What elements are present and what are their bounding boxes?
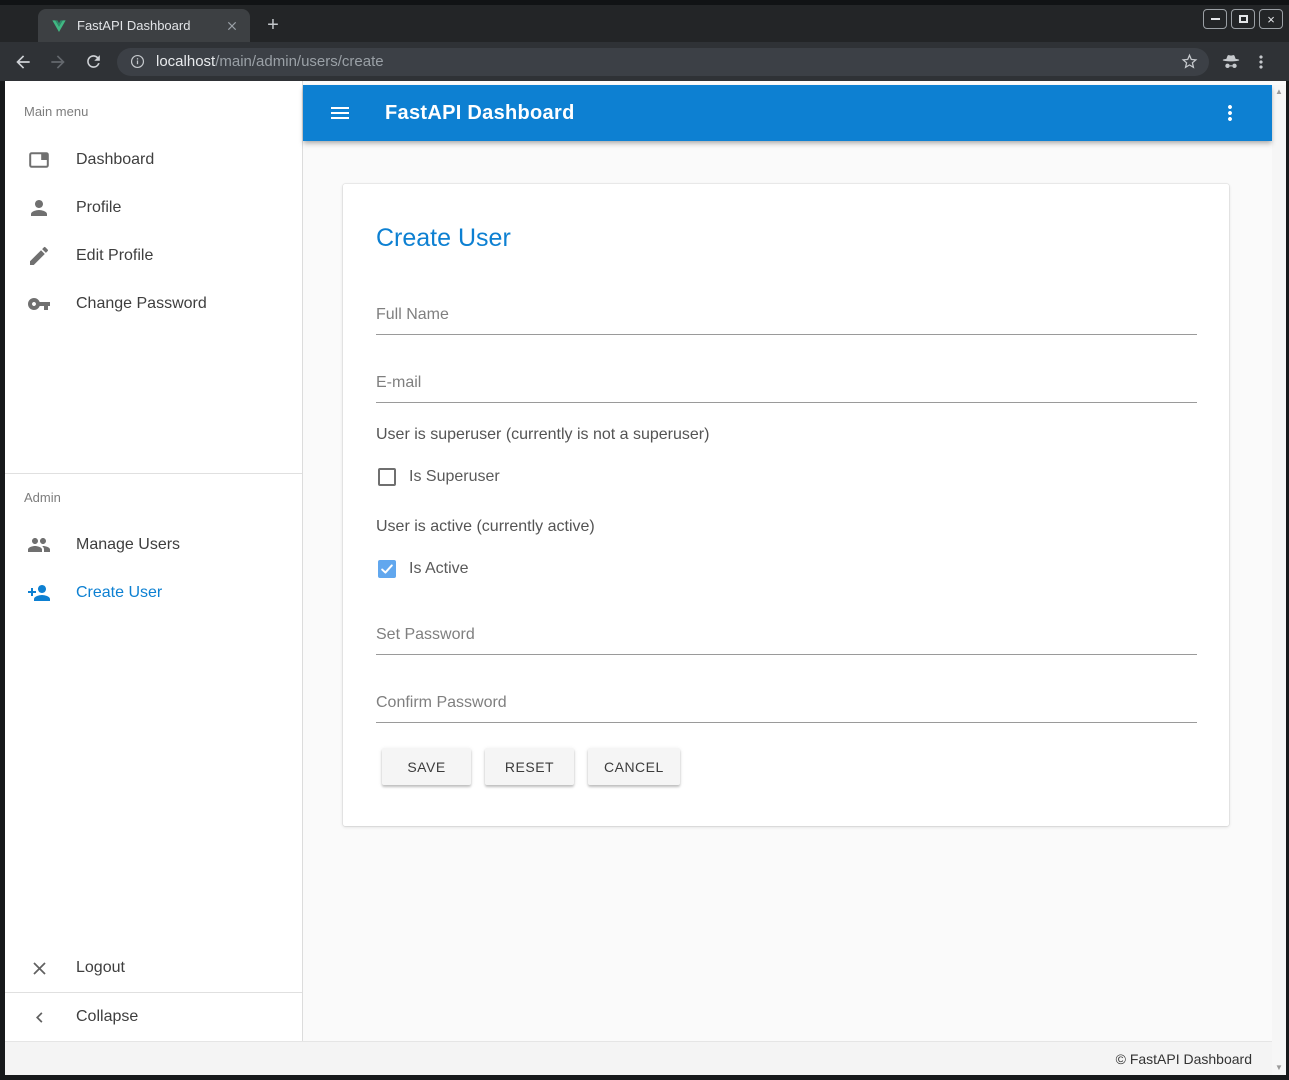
checkbox-checked-icon	[378, 560, 396, 578]
page: Main menu Dashboard Profile	[5, 81, 1286, 1075]
key-icon	[27, 292, 51, 316]
sidebar-section-main-menu: Main menu	[5, 104, 302, 120]
maximize-button[interactable]	[1231, 9, 1255, 29]
page-info-icon[interactable]	[129, 53, 146, 70]
checkbox-unchecked-icon	[378, 468, 396, 486]
sidebar-item-label: Profile	[76, 199, 121, 217]
maximize-icon	[1239, 15, 1248, 23]
minimize-icon	[1211, 18, 1220, 20]
browser-window: FastAPI Dashboard + × localhost/main/adm…	[0, 0, 1289, 1080]
sidebar-item-change-password[interactable]: Change Password	[5, 280, 302, 328]
set-password-input[interactable]	[376, 622, 1197, 655]
sidebar-item-label: Collapse	[76, 1008, 138, 1026]
app-title: FastAPI Dashboard	[385, 102, 575, 125]
checkbox-label: Is Superuser	[409, 468, 500, 486]
sidebar-item-dashboard[interactable]: Dashboard	[5, 136, 302, 184]
sidebar-item-label: Dashboard	[76, 151, 154, 169]
sidebar-admin-nav: Manage Users Create User	[5, 521, 302, 617]
sidebar-item-label: Create User	[76, 584, 162, 602]
page-footer: © FastAPI Dashboard	[5, 1041, 1286, 1075]
app-bar: FastAPI Dashboard	[303, 85, 1272, 141]
reset-button[interactable]: RESET	[485, 748, 574, 785]
sidebar-item-label: Manage Users	[76, 536, 180, 554]
browser-toolbar: localhost/main/admin/users/create	[0, 42, 1289, 81]
new-tab-button[interactable]: +	[261, 14, 285, 38]
people-icon	[27, 533, 51, 557]
hamburger-menu-icon[interactable]	[328, 101, 352, 125]
checkbox-label: Is Active	[409, 560, 469, 578]
url-text: localhost/main/admin/users/create	[156, 53, 1180, 70]
scroll-down-icon[interactable]: ▼	[1275, 1061, 1283, 1075]
main-area: FastAPI Dashboard Create User User is su…	[303, 81, 1272, 1041]
sidebar-item-manage-users[interactable]: Manage Users	[5, 521, 302, 569]
window-controls: ×	[1203, 9, 1283, 29]
sidebar-divider	[5, 473, 302, 474]
active-hint: User is active (currently active)	[376, 518, 595, 536]
is-superuser-checkbox[interactable]: Is Superuser	[378, 468, 500, 486]
person-add-icon	[27, 581, 51, 605]
superuser-hint: User is superuser (currently is not a su…	[376, 426, 709, 444]
form-buttons: SAVE RESET CANCEL	[382, 748, 680, 785]
browser-titlebar: FastAPI Dashboard + ×	[0, 0, 1289, 42]
browser-menu-kebab-icon[interactable]	[1249, 50, 1273, 74]
form-title: Create User	[376, 224, 511, 252]
tab-title: FastAPI Dashboard	[77, 18, 224, 33]
minimize-button[interactable]	[1203, 9, 1227, 29]
sidebar-item-collapse[interactable]: Collapse	[5, 993, 302, 1041]
forward-button[interactable]	[46, 50, 70, 74]
bookmark-star-icon[interactable]	[1180, 52, 1199, 71]
dashboard-icon	[27, 148, 51, 172]
address-bar[interactable]: localhost/main/admin/users/create	[117, 48, 1209, 76]
sidebar-section-admin: Admin	[5, 490, 302, 506]
is-active-checkbox[interactable]: Is Active	[378, 560, 469, 578]
sidebar-item-edit-profile[interactable]: Edit Profile	[5, 232, 302, 280]
close-button[interactable]: ×	[1259, 9, 1283, 29]
sidebar: Main menu Dashboard Profile	[5, 81, 303, 1041]
url-host: localhost	[156, 53, 215, 70]
incognito-icon	[1219, 50, 1243, 74]
url-path: /main/admin/users/create	[215, 53, 383, 70]
sidebar-item-logout[interactable]: Logout	[5, 944, 302, 992]
page-scrollbar[interactable]: ▲ ▼	[1272, 85, 1286, 1075]
sidebar-item-label: Logout	[76, 959, 125, 977]
email-input[interactable]	[376, 370, 1197, 403]
reload-button[interactable]	[81, 50, 105, 74]
close-icon	[27, 956, 51, 980]
sidebar-item-label: Change Password	[76, 295, 207, 313]
vue-logo-icon	[51, 18, 67, 34]
sidebar-item-profile[interactable]: Profile	[5, 184, 302, 232]
create-user-card: Create User User is superuser (currently…	[343, 184, 1229, 826]
sidebar-main-nav: Dashboard Profile Edit Profile	[5, 136, 302, 463]
tab-close-icon[interactable]	[224, 18, 240, 34]
pencil-icon	[27, 244, 51, 268]
browser-tab[interactable]: FastAPI Dashboard	[38, 9, 250, 42]
back-button[interactable]	[11, 50, 35, 74]
sidebar-item-create-user[interactable]: Create User	[5, 569, 302, 617]
sidebar-item-label: Edit Profile	[76, 247, 153, 265]
scroll-up-icon[interactable]: ▲	[1275, 85, 1283, 99]
app-menu-kebab-icon[interactable]	[1218, 101, 1242, 125]
person-icon	[27, 196, 51, 220]
content-area: Create User User is superuser (currently…	[303, 141, 1272, 1041]
save-button[interactable]: SAVE	[382, 748, 471, 785]
copyright-text: © FastAPI Dashboard	[1116, 1051, 1252, 1067]
full-name-input[interactable]	[376, 302, 1197, 335]
sidebar-spacer	[5, 617, 302, 944]
chevron-left-icon	[27, 1005, 51, 1029]
close-icon: ×	[1267, 13, 1275, 26]
confirm-password-input[interactable]	[376, 690, 1197, 723]
cancel-button[interactable]: CANCEL	[588, 748, 680, 785]
